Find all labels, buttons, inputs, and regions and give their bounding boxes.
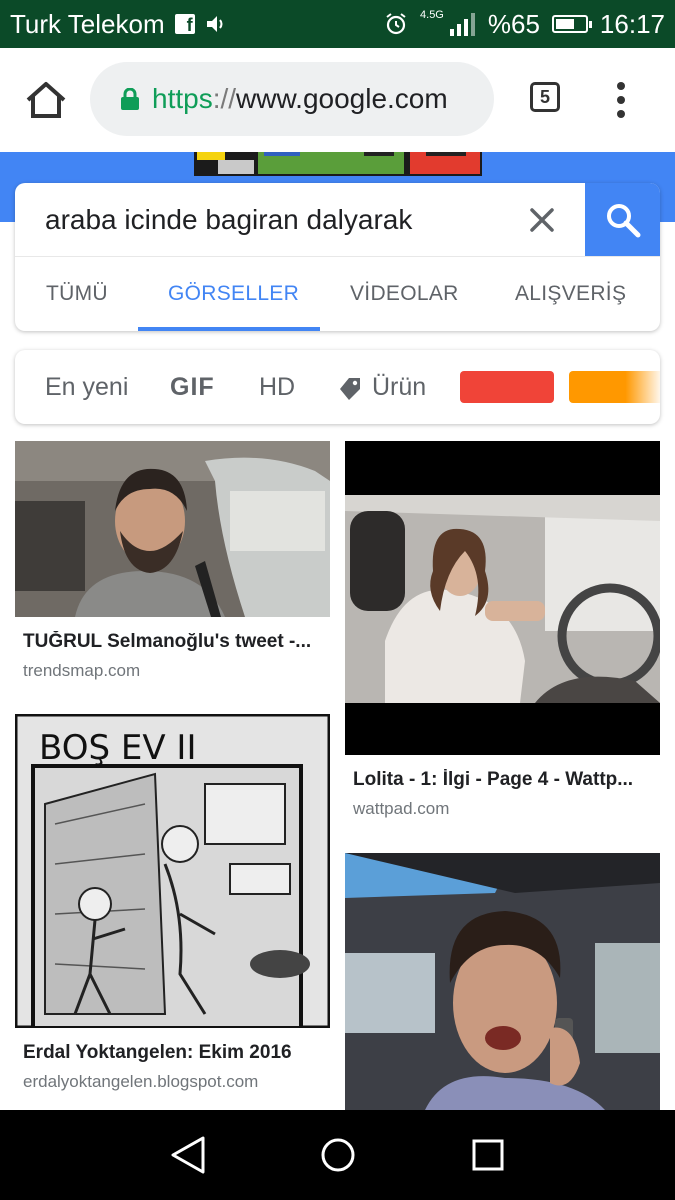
image-result[interactable]	[345, 853, 660, 1110]
chip-gif[interactable]: GIF	[170, 350, 215, 424]
result-image[interactable]	[15, 441, 330, 617]
chip-hd[interactable]: HD	[259, 350, 295, 424]
tab-images[interactable]: GÖRSELLER	[168, 257, 299, 331]
clock: 16:17	[599, 8, 665, 39]
overflow-menu-icon[interactable]	[614, 80, 628, 120]
battery-icon	[551, 15, 592, 33]
system-nav-bar	[0, 1110, 675, 1200]
address-bar[interactable]: https://www.google.com	[90, 62, 494, 136]
chip-newest[interactable]: En yeni	[45, 350, 128, 424]
tab-switcher-button[interactable]: 5	[530, 82, 560, 112]
chip-color-red[interactable]	[460, 371, 554, 403]
url-scheme: https	[152, 83, 213, 114]
image-result[interactable]: BOŞ EV II Erdal Yoktangelen: Ekim 2016 e…	[15, 714, 330, 1104]
home-nav-icon[interactable]	[313, 1130, 363, 1180]
network-type: 4.5G	[420, 9, 444, 21]
lock-icon	[121, 88, 139, 110]
status-bar: Turk Telekom f 4.5G %65 16:17	[0, 0, 675, 48]
tab-videos[interactable]: VİDEOLAR	[350, 257, 459, 331]
image-result[interactable]: Lolita - 1: İlgi - Page 4 - Wattp... wat…	[345, 441, 660, 831]
chip-color-orange[interactable]	[569, 371, 660, 403]
search-button[interactable]	[585, 183, 660, 256]
recents-icon[interactable]	[463, 1130, 513, 1180]
filter-chips: En yeni GIF HD Ürün	[15, 350, 660, 424]
result-domain: trendsmap.com	[23, 661, 141, 680]
carrier-name: Turk Telekom	[10, 8, 165, 39]
chip-product[interactable]: Ürün	[372, 350, 426, 424]
battery-percent: %65	[487, 8, 540, 39]
image-result[interactable]: TUĞRUL Selmanoğlu's tweet -... trendsmap…	[15, 441, 330, 691]
result-image[interactable]	[345, 441, 660, 755]
volume-icon	[206, 16, 223, 32]
google-doodle[interactable]	[194, 152, 482, 176]
result-title[interactable]: Lolita - 1: İlgi - Page 4 - Wattp...	[353, 769, 658, 791]
signal-icon	[449, 13, 475, 36]
result-title[interactable]: TUĞRUL Selmanoğlu's tweet -...	[23, 631, 328, 653]
comic-title: BOŞ EV II	[39, 728, 196, 768]
tag-icon	[340, 378, 360, 400]
result-image[interactable]: BOŞ EV II	[15, 714, 330, 1028]
browser-toolbar: https://www.google.com 5	[0, 48, 675, 152]
search-card: araba icinde bagiran dalyarak TÜMÜ GÖRSE…	[15, 183, 660, 331]
facebook-notification-icon: f	[174, 14, 195, 34]
search-input[interactable]: araba icinde bagiran dalyarak	[45, 183, 412, 256]
active-tab-indicator	[138, 327, 320, 331]
url-host: www.google.com	[236, 83, 448, 114]
search-row: araba icinde bagiran dalyarak	[15, 183, 660, 256]
clear-icon[interactable]	[525, 203, 559, 237]
result-title[interactable]: Erdal Yoktangelen: Ekim 2016	[23, 1042, 328, 1064]
search-tabs: TÜMÜ GÖRSELLER VİDEOLAR ALIŞVERİŞ	[15, 256, 660, 331]
tab-shopping[interactable]: ALIŞVERİŞ	[515, 257, 626, 331]
result-domain: wattpad.com	[353, 799, 450, 818]
url-text: https://www.google.com	[152, 83, 448, 114]
back-icon[interactable]	[163, 1130, 213, 1180]
home-icon[interactable]	[24, 80, 68, 120]
alarm-icon	[386, 13, 406, 35]
result-image[interactable]	[345, 853, 660, 1110]
result-domain: erdalyoktangelen.blogspot.com	[23, 1072, 259, 1091]
tab-all[interactable]: TÜMÜ	[46, 257, 108, 331]
search-icon	[606, 203, 640, 237]
